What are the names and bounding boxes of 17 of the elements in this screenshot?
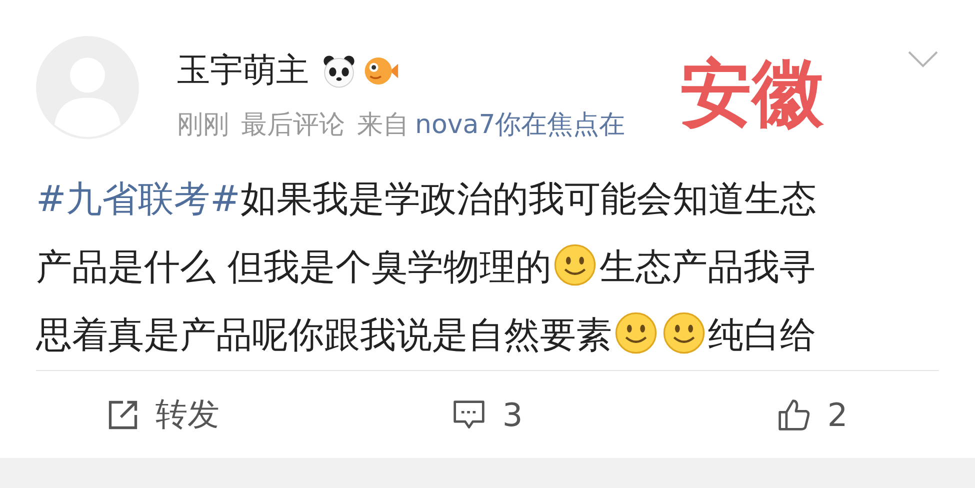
smiley-icon <box>662 311 706 356</box>
post-time: 刚刚 <box>177 109 229 142</box>
user-name[interactable]: 玉宇萌主 <box>177 48 309 93</box>
source-prefix: 来自 <box>357 109 409 142</box>
source-link[interactable]: nova7你在焦点在 <box>415 107 626 142</box>
comment-button[interactable]: 3 <box>325 396 650 434</box>
post-text: #九省联考#如果我是学政治的我可能会知道生态产品是什么 但我是个臭学物理的 生态产品我寻思着真是产品呢你跟我说是自然要素 纯白给 <box>36 178 818 358</box>
region-label: 安徽 <box>680 50 824 137</box>
panda-icon <box>321 52 357 88</box>
smiley-icon <box>614 311 658 356</box>
comment-status: 最后评论 <box>241 109 345 142</box>
like-button[interactable]: 2 <box>650 396 975 434</box>
hashtag-link[interactable]: #九省联考# <box>36 179 240 220</box>
repost-button[interactable]: 转发 <box>0 392 325 437</box>
chevron-down-icon[interactable] <box>907 50 939 68</box>
smiley-icon <box>553 243 598 288</box>
thumbs-up-icon <box>777 398 812 432</box>
